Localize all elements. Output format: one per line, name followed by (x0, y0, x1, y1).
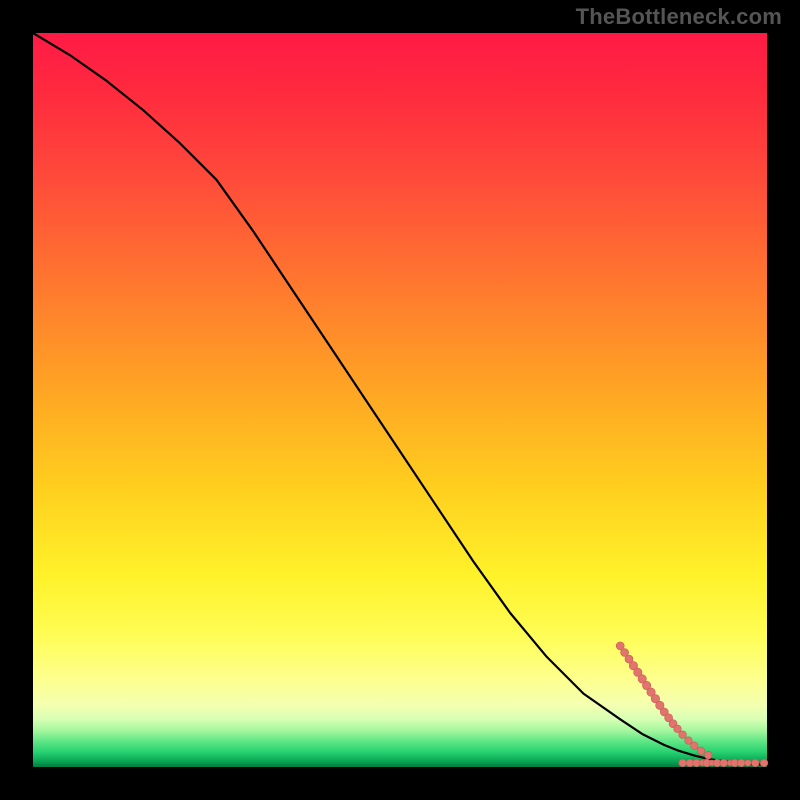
marker-dot (691, 742, 699, 750)
marker-dot (679, 759, 687, 767)
chart-svg (33, 33, 767, 767)
scatter-markers (616, 642, 768, 767)
marker-dot (697, 747, 705, 755)
marker-dot (751, 759, 759, 767)
chart-frame: TheBottleneck.com (0, 0, 800, 800)
marker-dot (745, 760, 751, 766)
marker-dot (760, 759, 768, 767)
marker-dot (720, 759, 728, 767)
bottleneck-curve (33, 33, 767, 765)
watermark-label: TheBottleneck.com (576, 4, 782, 30)
marker-dot (679, 731, 687, 739)
plot-area (33, 33, 767, 767)
marker-dot (704, 751, 712, 759)
marker-dot (738, 759, 746, 767)
